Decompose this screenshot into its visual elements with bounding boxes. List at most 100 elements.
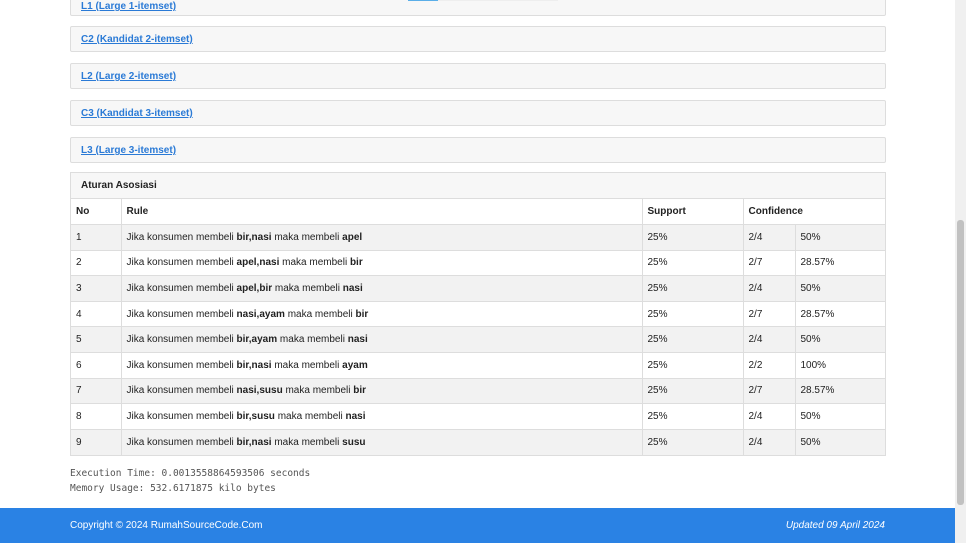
col-support: Support	[641, 199, 744, 226]
c3-link[interactable]: C3 (Kandidat 3-itemset)	[81, 108, 193, 120]
table-row: 9 Jika konsumen membeli bir,nasi maka me…	[71, 428, 885, 455]
rule-consequent: nasi	[345, 411, 366, 423]
table-row: 7 Jika konsumen membeli nasi,susu maka m…	[71, 377, 885, 405]
panel-l3: L3 (Large 3-itemset)	[70, 137, 886, 163]
rule-consequent: ayam	[342, 359, 368, 371]
col-rule: Rule	[120, 199, 643, 226]
row-confidence-ratio: 2/7	[742, 377, 796, 405]
memory-usage: Memory Usage: 532.6171875 kilo bytes	[70, 483, 276, 494]
copyright: Copyright © 2024 RumahSourceCode.Com	[70, 520, 263, 531]
row-confidence: 50%	[794, 428, 885, 455]
rule-middle: maka membeli	[274, 436, 340, 448]
row-confidence: 28.57%	[794, 300, 885, 328]
rule-middle: maka membeli	[274, 231, 340, 243]
rule-prefix: Jika konsumen membeli	[126, 411, 234, 423]
panel-l1: L1 (Large 1-itemset)	[70, 0, 886, 16]
scrollbar-thumb[interactable]	[957, 220, 964, 505]
row-confidence: 50%	[794, 275, 885, 302]
row-support: 25%	[641, 300, 744, 328]
table-row: 6 Jika konsumen membeli bir,nasi maka me…	[71, 352, 885, 379]
scrollbar[interactable]	[955, 0, 966, 543]
row-rule: Jika konsumen membeli bir,nasi maka memb…	[120, 352, 643, 379]
row-support: 25%	[641, 224, 744, 251]
row-no: 1	[71, 224, 122, 251]
rule-middle: maka membeli	[277, 411, 343, 423]
row-confidence: 28.57%	[794, 377, 885, 405]
row-confidence-ratio: 2/4	[742, 428, 796, 455]
row-confidence-ratio: 2/4	[742, 224, 796, 251]
table-row: 5 Jika konsumen membeli bir,ayam maka me…	[71, 326, 885, 354]
row-confidence-ratio: 2/4	[742, 326, 796, 354]
rules-table: No Rule Support Confidence 1 Jika konsum…	[71, 199, 885, 455]
rule-consequent: nasi	[342, 283, 363, 295]
rule-consequent: apel	[342, 231, 363, 243]
rule-antecedent: bir,nasi	[236, 359, 272, 371]
rule-antecedent: bir,susu	[236, 411, 275, 423]
rule-middle: maka membeli	[285, 385, 351, 397]
table-row: 4 Jika konsumen membeli nasi,ayam maka m…	[71, 300, 885, 328]
panel-title: Aturan Asosiasi	[71, 173, 885, 199]
rule-consequent: nasi	[347, 334, 368, 346]
row-rule: Jika konsumen membeli bir,ayam maka memb…	[120, 326, 643, 354]
row-support: 25%	[641, 249, 744, 277]
rule-middle: maka membeli	[279, 334, 345, 346]
row-confidence-ratio: 2/4	[742, 275, 796, 302]
row-rule: Jika konsumen membeli nasi,ayam maka mem…	[120, 300, 643, 328]
row-rule: Jika konsumen membeli bir,susu maka memb…	[120, 403, 643, 430]
rule-antecedent: nasi,ayam	[236, 308, 285, 320]
row-rule: Jika konsumen membeli bir,nasi maka memb…	[120, 224, 643, 251]
rule-antecedent: bir,ayam	[236, 334, 278, 346]
row-no: 8	[71, 403, 122, 430]
rule-consequent: bir	[353, 385, 367, 397]
col-no: No	[71, 199, 122, 226]
row-support: 25%	[641, 326, 744, 354]
l1-link[interactable]: L1 (Large 1-itemset)	[81, 1, 176, 13]
row-support: 25%	[641, 428, 744, 455]
rule-prefix: Jika konsumen membeli	[126, 436, 234, 448]
rule-antecedent: bir,nasi	[236, 436, 272, 448]
execution-time: Execution Time: 0.0013558864593506 secon…	[70, 468, 311, 479]
panel-c2: C2 (Kandidat 2-itemset)	[70, 26, 886, 52]
page: L1 (Large 1-itemset) C2 (Kandidat 2-item…	[0, 0, 955, 543]
updated-date: Updated 09 April 2024	[785, 520, 885, 531]
row-support: 25%	[641, 275, 744, 302]
row-support: 25%	[641, 352, 744, 379]
row-confidence: 50%	[794, 224, 885, 251]
row-no: 2	[71, 249, 122, 277]
table-row: 2 Jika konsumen membeli apel,nasi maka m…	[71, 249, 885, 277]
row-no: 9	[71, 428, 122, 455]
row-confidence: 50%	[794, 326, 885, 354]
row-rule: Jika konsumen membeli apel,bir maka memb…	[120, 275, 643, 302]
rule-prefix: Jika konsumen membeli	[126, 283, 234, 295]
rule-prefix: Jika konsumen membeli	[126, 334, 234, 346]
rule-consequent: susu	[342, 436, 366, 448]
row-support: 25%	[641, 377, 744, 405]
table-row: 8 Jika konsumen membeli bir,susu maka me…	[71, 403, 885, 430]
row-rule: Jika konsumen membeli bir,nasi maka memb…	[120, 428, 643, 455]
row-rule: Jika konsumen membeli apel,nasi maka mem…	[120, 249, 643, 277]
rule-middle: maka membeli	[274, 359, 340, 371]
row-support: 25%	[641, 403, 744, 430]
table-row: 1 Jika konsumen membeli bir,nasi maka me…	[71, 224, 885, 251]
rule-middle: maka membeli	[282, 257, 348, 269]
row-confidence-ratio: 2/7	[742, 300, 796, 328]
row-no: 3	[71, 275, 122, 302]
panel-l2: L2 (Large 2-itemset)	[70, 63, 886, 89]
row-no: 4	[71, 300, 122, 328]
row-confidence-ratio: 2/2	[742, 352, 796, 379]
rule-consequent: bir	[349, 257, 363, 269]
rule-middle: maka membeli	[274, 283, 340, 295]
l2-link[interactable]: L2 (Large 2-itemset)	[81, 71, 176, 83]
row-no: 7	[71, 377, 122, 405]
rule-antecedent: nasi,susu	[236, 385, 283, 397]
l3-link[interactable]: L3 (Large 3-itemset)	[81, 145, 176, 157]
table-row: 3 Jika konsumen membeli apel,bir maka me…	[71, 275, 885, 302]
row-confidence-ratio: 2/4	[742, 403, 796, 430]
stats: Execution Time: 0.0013558864593506 secon…	[70, 466, 310, 496]
rule-prefix: Jika konsumen membeli	[126, 257, 234, 269]
c2-link[interactable]: C2 (Kandidat 2-itemset)	[81, 34, 193, 46]
row-confidence: 100%	[794, 352, 885, 379]
rule-antecedent: bir,nasi	[236, 231, 272, 243]
row-confidence: 50%	[794, 403, 885, 430]
row-rule: Jika konsumen membeli nasi,susu maka mem…	[120, 377, 643, 405]
